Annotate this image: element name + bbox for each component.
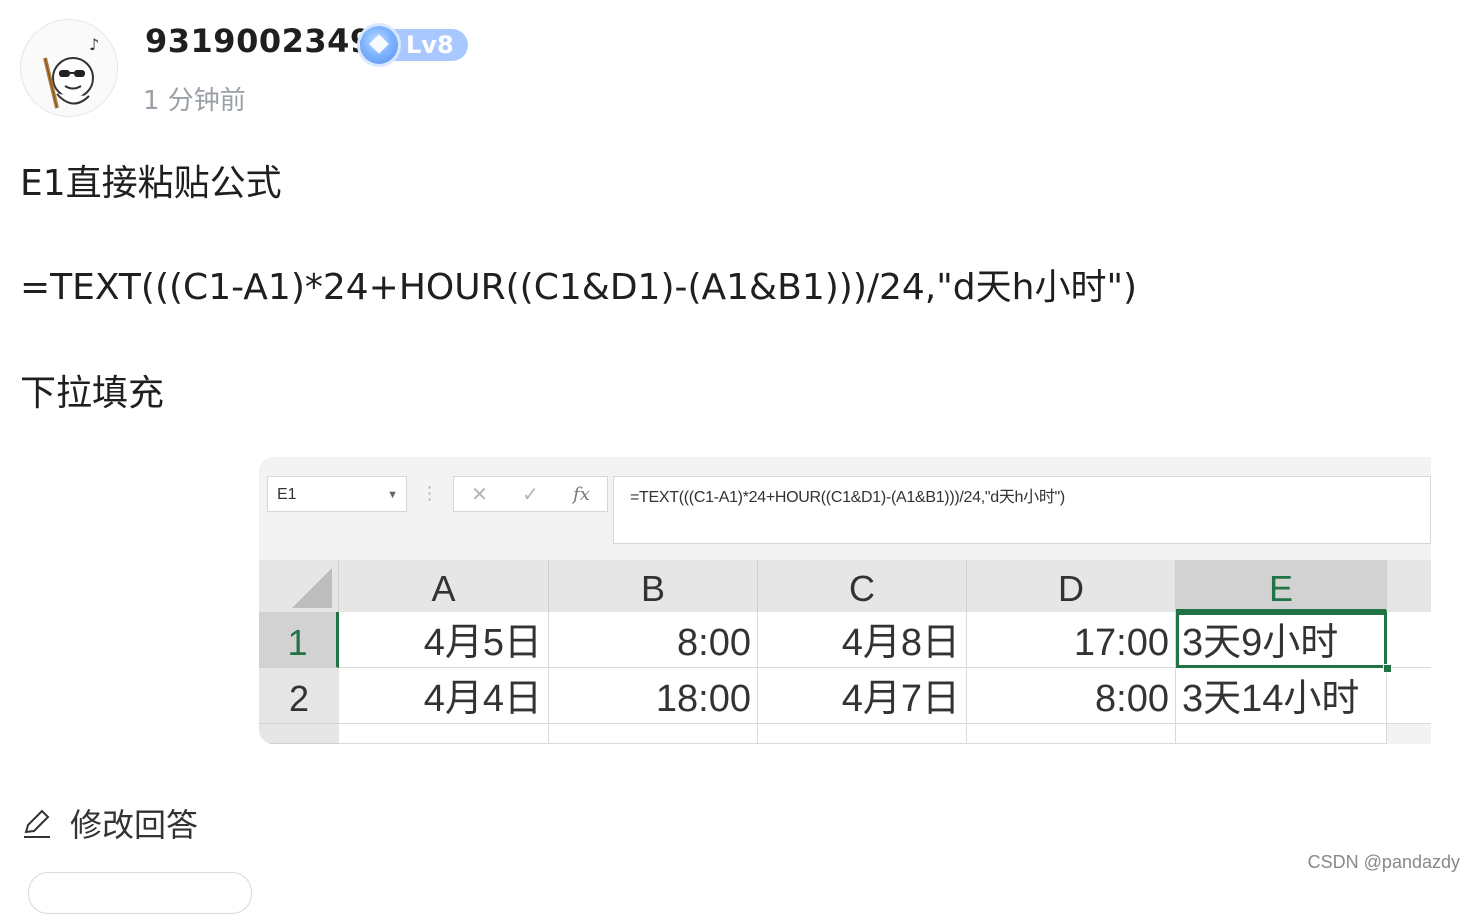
name-box-value: E1 bbox=[277, 486, 297, 503]
column-header: A bbox=[339, 560, 549, 612]
active-cell: 3天9小时 bbox=[1176, 612, 1387, 668]
cell bbox=[339, 724, 549, 744]
row-header: 2 bbox=[259, 668, 339, 724]
answer-formula: =TEXT(((C1-A1)*24+HOUR((C1&D1)-(A1&B1)))… bbox=[20, 267, 1138, 308]
fill-handle bbox=[1383, 664, 1392, 673]
check-icon: ✓ bbox=[522, 482, 539, 506]
cell: 4月8日 bbox=[758, 612, 967, 668]
cell: 17:00 bbox=[967, 612, 1176, 668]
drag-dots-icon: · · · bbox=[427, 478, 433, 509]
sheet-grid: A B C D E 1 4月5日 8:00 4月8日 17:00 3天9小时 2… bbox=[259, 560, 1431, 744]
avatar[interactable]: ♪ bbox=[20, 19, 118, 117]
answer-line-1: E1直接粘贴公式 bbox=[20, 163, 282, 204]
fx-icon: fx bbox=[573, 483, 590, 505]
username[interactable]: 9319002349 bbox=[145, 22, 373, 60]
column-header-selected: E bbox=[1176, 560, 1387, 612]
formula-bar: =TEXT(((C1-A1)*24+HOUR((C1&D1)-(A1&B1)))… bbox=[613, 476, 1431, 544]
watermark: CSDN @pandazdy bbox=[1307, 852, 1460, 872]
edit-answer-label: 修改回答 bbox=[70, 806, 199, 844]
cell: 18:00 bbox=[549, 668, 758, 724]
cell: 4月4日 bbox=[339, 668, 549, 724]
column-header bbox=[1387, 560, 1431, 612]
name-box: E1 ▼ bbox=[267, 476, 407, 512]
cell bbox=[1387, 612, 1431, 668]
column-header: C bbox=[758, 560, 967, 612]
cell: 4月5日 bbox=[339, 612, 549, 668]
column-header: D bbox=[967, 560, 1176, 612]
answer-line-3: 下拉填充 bbox=[20, 373, 165, 414]
bottom-action-button[interactable] bbox=[28, 872, 252, 914]
row-header bbox=[259, 724, 339, 744]
cell bbox=[758, 724, 967, 744]
select-all-corner bbox=[259, 560, 339, 612]
column-header: B bbox=[549, 560, 758, 612]
cell: 8:00 bbox=[967, 668, 1176, 724]
cell bbox=[967, 724, 1176, 744]
avatar-image: ♪ bbox=[43, 35, 99, 109]
edit-answer-link[interactable]: 修改回答 bbox=[20, 800, 198, 846]
diamond-icon bbox=[360, 26, 398, 64]
post-time: 1 分钟前 bbox=[143, 86, 246, 116]
row-header-selected: 1 bbox=[259, 612, 339, 668]
cell: 3天14小时 bbox=[1176, 668, 1387, 724]
formula-buttons: ✕ ✓ fx bbox=[453, 476, 608, 512]
level-badge: Lv8 bbox=[360, 26, 468, 64]
cancel-icon: ✕ bbox=[471, 482, 488, 506]
cell bbox=[549, 724, 758, 744]
cell: 8:00 bbox=[549, 612, 758, 668]
level-label: Lv8 bbox=[388, 29, 468, 61]
excel-screenshot: E1 ▼ · · · ✕ ✓ fx =TEXT(((C1-A1)*24+HOUR((… bbox=[259, 457, 1431, 744]
svg-text:♪: ♪ bbox=[89, 35, 99, 54]
pencil-icon bbox=[24, 809, 50, 838]
chevron-down-icon: ▼ bbox=[387, 489, 398, 501]
cell bbox=[1176, 724, 1387, 744]
cell bbox=[1387, 668, 1431, 724]
cell: 4月7日 bbox=[758, 668, 967, 724]
